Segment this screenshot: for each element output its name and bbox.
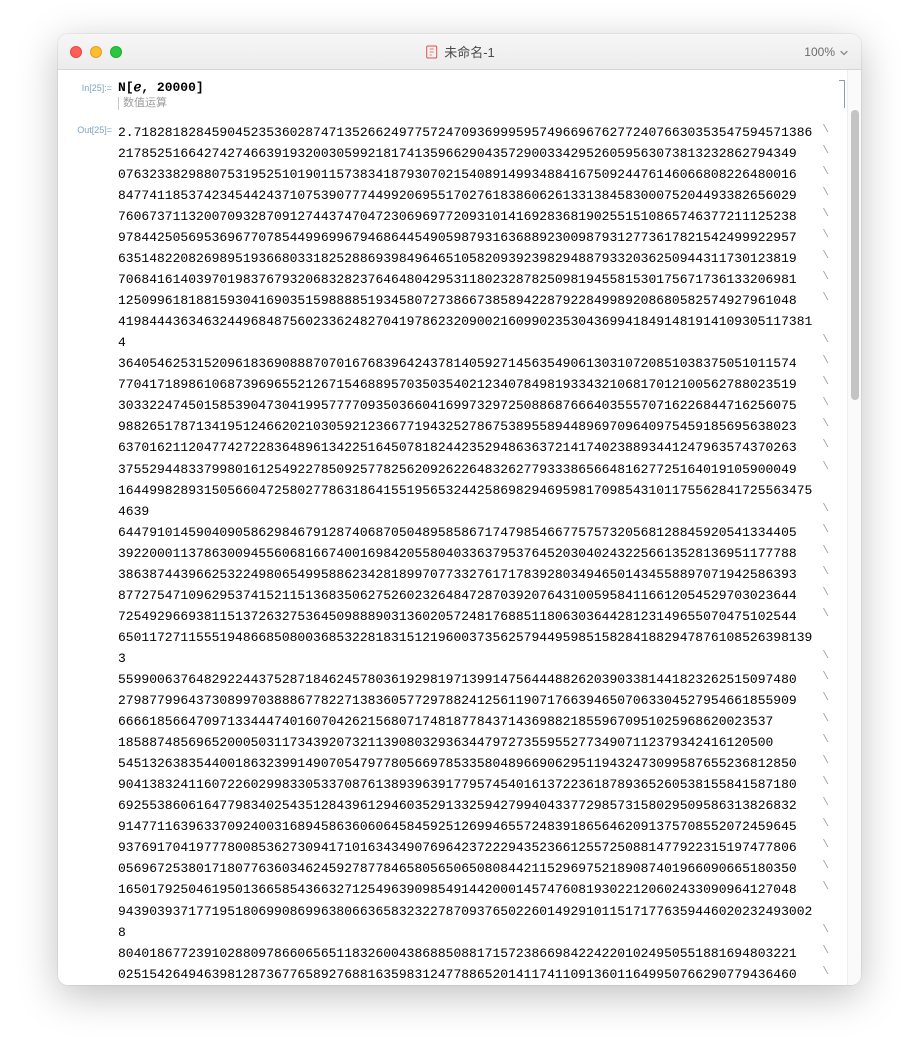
output-label: Out[25]= bbox=[58, 122, 118, 135]
output-line: 0763233829880753195251019011573834187930… bbox=[118, 164, 819, 185]
output-line: 3922000113786300945560681667400169842055… bbox=[118, 543, 819, 564]
notebook-window: 未命名-1 100% In[25]:= N[ℯ, 20000] 数值运算 Out… bbox=[58, 34, 861, 985]
output-line: 1858874856965200050311734392073211390803… bbox=[118, 732, 819, 753]
output-line: 0251542649463981287367765892768816359831… bbox=[118, 964, 819, 985]
output-line: 3033224745015853904730419957777093503660… bbox=[118, 395, 819, 416]
output-line: 1650179250461950136658543663271254963909… bbox=[118, 879, 819, 900]
output-line: 6447910145904090586298467912874068705048… bbox=[118, 522, 819, 543]
output-line: 3640546253152096183690888707016768396424… bbox=[118, 353, 819, 374]
output-line: 3755294483379980161254922785092577825620… bbox=[118, 459, 819, 480]
input-hint: 数值运算 bbox=[118, 97, 819, 110]
output-value: 2.71828182845904523536028747135266249775… bbox=[118, 122, 819, 985]
output-line: 1644998289315056604725802778631864155195… bbox=[118, 480, 819, 522]
output-line: 9439039371771951806990869963806636583232… bbox=[118, 901, 819, 943]
output-line: 9882651787134195124662021030592123667719… bbox=[118, 416, 819, 437]
scrollbar-thumb[interactable] bbox=[851, 110, 859, 400]
output-line: 6351482208269895193668033182528869398496… bbox=[118, 248, 819, 269]
output-line: 6666185664709713344474016070426215680717… bbox=[118, 711, 819, 732]
output-line: 2798779964373089970388867782271383605772… bbox=[118, 690, 819, 711]
notebook-body: In[25]:= N[ℯ, 20000] 数值运算 Out[25]= 2.718… bbox=[58, 70, 861, 985]
content-area[interactable]: In[25]:= N[ℯ, 20000] 数值运算 Out[25]= 2.718… bbox=[58, 70, 837, 985]
output-line: 5451326383544001863239914907054797780566… bbox=[118, 753, 819, 774]
output-line: 9784425056953696770785449969967946864454… bbox=[118, 227, 819, 248]
output-line: 1250996181881593041690351598888519345807… bbox=[118, 290, 819, 311]
output-line: 8772754710962953741521151368350627526023… bbox=[118, 585, 819, 606]
output-line: 7704171898610687396965521267154688957035… bbox=[118, 374, 819, 395]
output-line: 7606737113200709328709127443747047230696… bbox=[118, 206, 819, 227]
output-line: 9041383241160722602998330533708761389396… bbox=[118, 774, 819, 795]
cell-bracket[interactable] bbox=[839, 80, 845, 108]
output-line: 6501172711555194866850800368532281831512… bbox=[118, 627, 819, 669]
titlebar: 未命名-1 100% bbox=[58, 34, 861, 70]
window-title-container: 未命名-1 bbox=[424, 42, 495, 61]
input-cell[interactable]: In[25]:= N[ℯ, 20000] 数值运算 bbox=[58, 80, 837, 122]
output-cell[interactable]: Out[25]= 2.71828182845904523536028747135… bbox=[58, 122, 837, 985]
notebook-icon bbox=[424, 45, 438, 59]
output-line: 7254929669381151372632753645098889031360… bbox=[118, 606, 819, 627]
output-line: 8040186772391028809786606565118326004386… bbox=[118, 943, 819, 964]
output-line: 6370162112047742722836489613422516450781… bbox=[118, 437, 819, 458]
maximize-button[interactable] bbox=[110, 46, 122, 58]
output-line: 9376917041977780085362730941710163434907… bbox=[118, 837, 819, 858]
traffic-lights bbox=[58, 46, 122, 58]
scrollbar-track[interactable] bbox=[847, 70, 861, 985]
cell-brackets[interactable] bbox=[837, 70, 847, 985]
output-line: 2.71828182845904523536028747135266249775… bbox=[118, 122, 819, 143]
output-line: 0569672538017180776360346245927877846580… bbox=[118, 858, 819, 879]
output-line: 8477411853742345442437107539077744992069… bbox=[118, 185, 819, 206]
output-line: 2178525166427427466391932003059921817413… bbox=[118, 143, 819, 164]
input-code[interactable]: N[ℯ, 20000] bbox=[118, 80, 819, 96]
output-line: 6925538606164779834025435128439612946035… bbox=[118, 795, 819, 816]
window-title: 未命名-1 bbox=[444, 42, 495, 61]
output-line: 3863874439662532249806549958862342818997… bbox=[118, 564, 819, 585]
output-line: 4198444363463244968487560233624827041978… bbox=[118, 311, 819, 353]
input-label: In[25]:= bbox=[58, 80, 118, 93]
zoom-control[interactable]: 100% bbox=[804, 45, 861, 59]
output-line: 9147711639633709240031689458636060645845… bbox=[118, 816, 819, 837]
output-line: 5599006376482922443752871846245780361929… bbox=[118, 669, 819, 690]
minimize-button[interactable] bbox=[90, 46, 102, 58]
close-button[interactable] bbox=[70, 46, 82, 58]
output-line: 7068416140397019837679320683282376464804… bbox=[118, 269, 819, 290]
chevron-down-icon bbox=[839, 47, 849, 57]
zoom-label: 100% bbox=[804, 45, 835, 59]
